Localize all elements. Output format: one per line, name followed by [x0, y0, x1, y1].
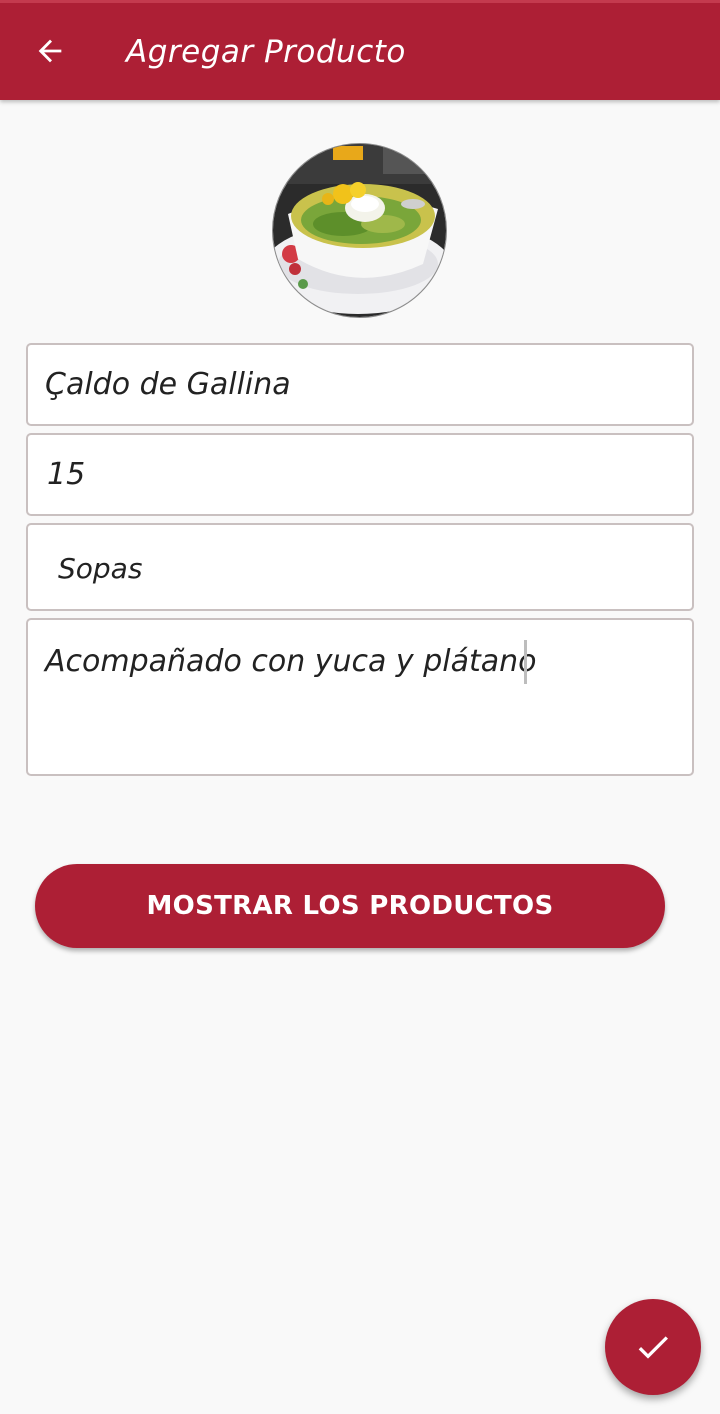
page-title: Agregar Producto [126, 34, 406, 70]
arrow-back-icon [38, 39, 62, 63]
product-photo[interactable] [272, 143, 447, 318]
show-products-button[interactable]: MOSTRAR LOS PRODUCTOS [35, 864, 665, 948]
product-category-value: Sopas [58, 552, 143, 585]
soup-bowl-image [273, 144, 446, 317]
product-price-value: 15 [47, 457, 86, 492]
product-description-field[interactable]: Acompañado con yuca y plátano [26, 618, 694, 776]
back-button[interactable] [24, 25, 76, 77]
product-category-select[interactable]: Sopas [26, 523, 694, 611]
check-icon [638, 1336, 668, 1359]
product-name-field[interactable]: Çaldo de Gallina [26, 343, 694, 426]
product-name-value: Çaldo de Gallina [45, 367, 291, 402]
save-product-fab[interactable] [605, 1299, 701, 1395]
product-description-value: Acompañado con yuca y plátano [45, 644, 537, 679]
text-caret [524, 640, 527, 684]
product-price-field[interactable]: 15 [26, 433, 694, 516]
app-bar: Agregar Producto [0, 0, 720, 100]
